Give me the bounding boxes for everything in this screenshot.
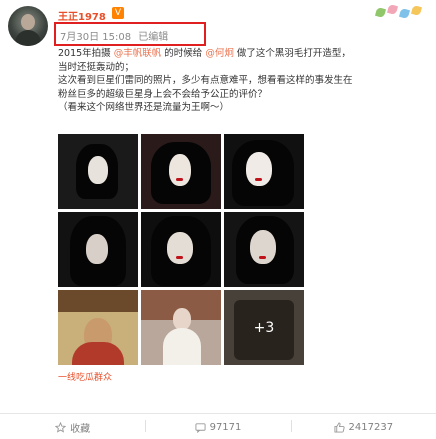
- star-icon: [55, 421, 67, 433]
- divider: [0, 413, 436, 414]
- action-bar: 收藏 97171 2417237: [0, 418, 436, 436]
- post-text-segment: 做了这个黑羽毛打开造型，: [236, 48, 351, 59]
- mention-link-2[interactable]: @何炯: [205, 48, 234, 59]
- post-line-3: 这次看到巨星们雷同的照片，多少有点意难平，想看看这样的事发生在: [58, 75, 353, 86]
- tail-caption: 一线吃瓜群众: [58, 373, 113, 383]
- avatar-body: [15, 30, 41, 46]
- more-photos-count: +3: [224, 290, 304, 365]
- avatar[interactable]: [8, 6, 48, 46]
- image-grid: +3: [58, 134, 304, 365]
- photo-thumbnail[interactable]: [141, 134, 221, 209]
- photo-thumbnail-more[interactable]: +3: [224, 290, 304, 365]
- post-timestamp[interactable]: 7月30日 15:08: [60, 32, 131, 43]
- mention-link-1[interactable]: @丰帆联帆: [114, 48, 162, 59]
- post-line-1: 2015年拍摄 @丰帆联帆 的时候给 @何炯 做了这个黑羽毛打开造型，: [58, 47, 428, 61]
- photo-thumbnail[interactable]: [141, 290, 221, 365]
- photo-thumbnail[interactable]: [58, 290, 138, 365]
- favorite-label: 收藏: [70, 423, 91, 435]
- edited-label[interactable]: 已编辑: [138, 32, 168, 43]
- like-count: 2417237: [348, 421, 394, 433]
- post-line-2: 当时还挺轰动的；: [58, 61, 135, 73]
- post-text: 2015年拍摄 @丰帆联帆 的时候给 @何炯 做了这个黑羽毛打开造型， 当时还挺…: [58, 47, 428, 115]
- photo-thumbnail[interactable]: [58, 134, 138, 209]
- username[interactable]: 王正1978: [58, 8, 106, 23]
- avatar-head: [21, 14, 35, 30]
- post-text-segment: 的时候给: [164, 48, 203, 59]
- comment-button[interactable]: 97171: [145, 418, 290, 436]
- comment-icon: [195, 422, 206, 433]
- post-line-5: （看来这个网络世界还是流量为王啊～）: [58, 102, 230, 113]
- post-meta: 7月30日 15:08 已编辑: [60, 28, 168, 43]
- favorite-button[interactable]: 收藏: [0, 418, 145, 436]
- post-line-4: 粉丝巨多的超级巨星身上会不会给予公正的评价？: [58, 88, 268, 100]
- thumbs-up-icon: [334, 421, 345, 433]
- photo-thumbnail[interactable]: [58, 212, 138, 287]
- post-text-segment: 2015年拍摄: [58, 48, 111, 59]
- like-button[interactable]: 2417237: [290, 418, 436, 436]
- decoration-leaves-icon: [374, 3, 428, 20]
- photo-thumbnail[interactable]: [224, 212, 304, 287]
- vip-badge-icon: V: [112, 7, 124, 19]
- photo-thumbnail[interactable]: [224, 134, 304, 209]
- comment-count: 97171: [209, 421, 242, 433]
- photo-thumbnail[interactable]: [141, 212, 221, 287]
